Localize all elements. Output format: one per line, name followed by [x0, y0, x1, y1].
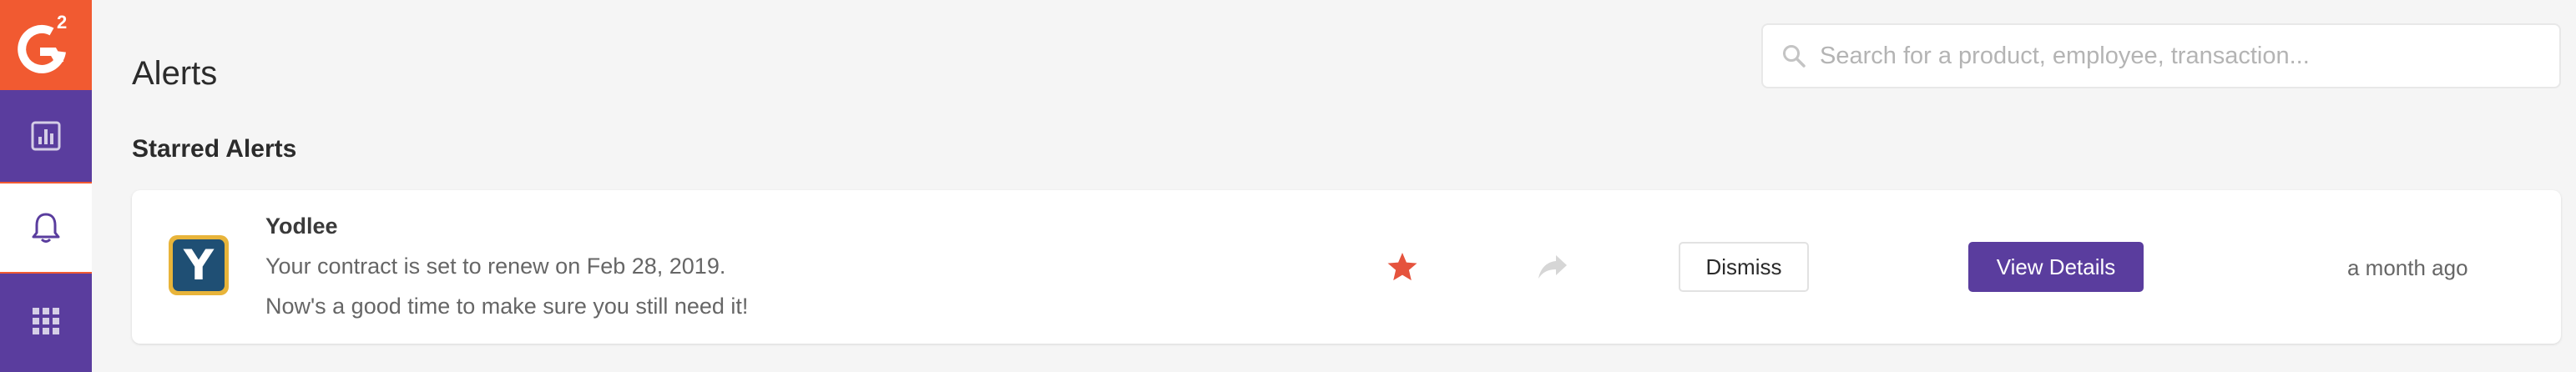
- section-title: Starred Alerts: [132, 135, 297, 163]
- sidebar-item-reports[interactable]: [0, 90, 92, 182]
- g2-logo[interactable]: 2: [0, 0, 92, 90]
- apps-grid-icon: [33, 308, 59, 334]
- sidebar: 2: [0, 0, 92, 372]
- vendor-logo: Y: [169, 235, 229, 295]
- bar-chart-icon: [31, 121, 61, 151]
- alert-card: Y Yodlee Your contract is set to renew o…: [132, 190, 2561, 344]
- bell-icon: [32, 213, 60, 243]
- alert-timestamp: a month ago: [2347, 255, 2468, 280]
- vendor-name: Yodlee: [265, 214, 338, 239]
- search-input[interactable]: [1820, 31, 2538, 81]
- alert-message: Your contract is set to renew on Feb 28,…: [265, 254, 726, 279]
- page-title: Alerts: [132, 55, 218, 92]
- view-details-button[interactable]: View Details: [1968, 242, 2144, 292]
- search-bar[interactable]: [1761, 23, 2561, 88]
- star-icon[interactable]: [1386, 250, 1419, 284]
- sidebar-item-alerts[interactable]: [0, 182, 92, 274]
- search-icon: [1780, 42, 1808, 70]
- sidebar-item-apps[interactable]: [0, 275, 92, 367]
- svg-text:2: 2: [57, 12, 67, 33]
- alert-submessage: Now's a good time to make sure you still…: [265, 294, 749, 319]
- share-icon[interactable]: [1536, 252, 1569, 282]
- dismiss-button[interactable]: Dismiss: [1679, 242, 1809, 292]
- vendor-logo-letter: Y: [173, 239, 225, 291]
- g2-logo-icon: 2: [18, 12, 67, 73]
